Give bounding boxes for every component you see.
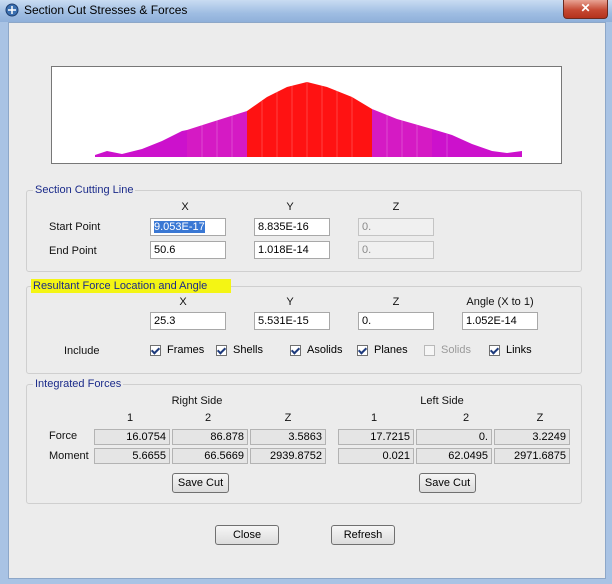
start-x-field[interactable]: 9.053E-17	[150, 218, 226, 236]
left-force-1: 17.7215	[338, 429, 414, 445]
resultant-force-title: Resultant Force Location and Angle	[31, 279, 231, 293]
close-button[interactable]: Close	[215, 525, 279, 545]
window-border-left	[0, 22, 8, 584]
left-moment-z: 2971.6875	[494, 448, 570, 464]
left-col-1: 1	[370, 412, 378, 424]
left-side-title: Left Side	[420, 395, 464, 407]
right-force-1: 16.0754	[94, 429, 170, 445]
solids-check-box	[424, 344, 435, 356]
left-col-2: 2	[462, 412, 470, 424]
header-x: X	[181, 201, 189, 213]
end-x-field[interactable]: 50.6	[150, 241, 226, 259]
start-x-value: 9.053E-17	[154, 221, 205, 233]
right-moment-1: 5.6655	[94, 448, 170, 464]
right-col-2: 2	[204, 412, 212, 424]
frames-check-box[interactable]	[150, 344, 161, 356]
resultant-header-y: Y	[286, 296, 294, 308]
integrated-forces-title: Integrated Forces	[33, 378, 124, 390]
right-col-z: Z	[284, 412, 292, 424]
resultant-angle-field[interactable]: 1.052E-14	[462, 312, 538, 330]
window-close-button[interactable]: ✕	[563, 0, 608, 19]
resultant-x-field[interactable]: 25.3	[150, 312, 226, 330]
resultant-header-z: Z	[392, 296, 400, 308]
app-icon	[5, 3, 19, 17]
include-label: Include	[64, 345, 100, 357]
include-asolids-checkbox[interactable]: Asolids	[290, 344, 342, 358]
header-z: Z	[392, 201, 400, 213]
right-side-title: Right Side	[171, 395, 223, 407]
planes-label: Planes	[374, 344, 408, 357]
window-title: Section Cut Stresses & Forces	[24, 3, 188, 17]
end-y-field[interactable]: 1.018E-14	[254, 241, 330, 259]
planes-check-box[interactable]	[357, 344, 368, 356]
frames-label: Frames	[167, 344, 205, 357]
left-force-2: 0.	[416, 429, 492, 445]
header-y: Y	[286, 201, 294, 213]
right-moment-z: 2939.8752	[250, 448, 326, 464]
resultant-z-field[interactable]: 0.	[358, 312, 434, 330]
include-planes-checkbox[interactable]: Planes	[357, 344, 408, 358]
start-y-field[interactable]: 8.835E-16	[254, 218, 330, 236]
shells-label: Shells	[233, 344, 263, 357]
moment-label: Moment	[49, 450, 89, 462]
links-label: Links	[506, 344, 532, 357]
right-save-cut-button[interactable]: Save Cut	[172, 473, 229, 493]
section-cutting-line-title: Section Cutting Line	[33, 184, 136, 196]
end-z-field: 0.	[358, 241, 434, 259]
left-force-z: 3.2249	[494, 429, 570, 445]
resultant-y-field[interactable]: 5.531E-15	[254, 312, 330, 330]
solids-label: Solids	[441, 344, 471, 357]
shells-check-box[interactable]	[216, 344, 227, 356]
right-moment-2: 66.5669	[172, 448, 248, 464]
start-z-field: 0.	[358, 218, 434, 236]
right-force-2: 86.878	[172, 429, 248, 445]
resultant-header-angle: Angle (X to 1)	[466, 296, 534, 308]
stress-diagram	[51, 66, 562, 164]
end-point-label: End Point	[49, 245, 97, 257]
resultant-header-x: X	[179, 296, 187, 308]
include-shells-checkbox[interactable]: Shells	[216, 344, 263, 358]
links-check-box[interactable]	[489, 344, 500, 356]
asolids-check-box[interactable]	[290, 344, 301, 356]
force-label: Force	[49, 430, 78, 442]
include-frames-checkbox[interactable]: Frames	[150, 344, 204, 358]
include-links-checkbox[interactable]: Links	[489, 344, 532, 358]
left-moment-1: 0.021	[338, 448, 414, 464]
asolids-label: Asolids	[307, 344, 343, 357]
left-col-z: Z	[536, 412, 544, 424]
include-solids-checkbox: Solids	[424, 344, 471, 358]
right-force-z: 3.5863	[250, 429, 326, 445]
left-moment-2: 62.0495	[416, 448, 492, 464]
refresh-button[interactable]: Refresh	[331, 525, 395, 545]
left-save-cut-button[interactable]: Save Cut	[419, 473, 476, 493]
right-col-1: 1	[126, 412, 134, 424]
start-point-label: Start Point	[49, 221, 101, 233]
